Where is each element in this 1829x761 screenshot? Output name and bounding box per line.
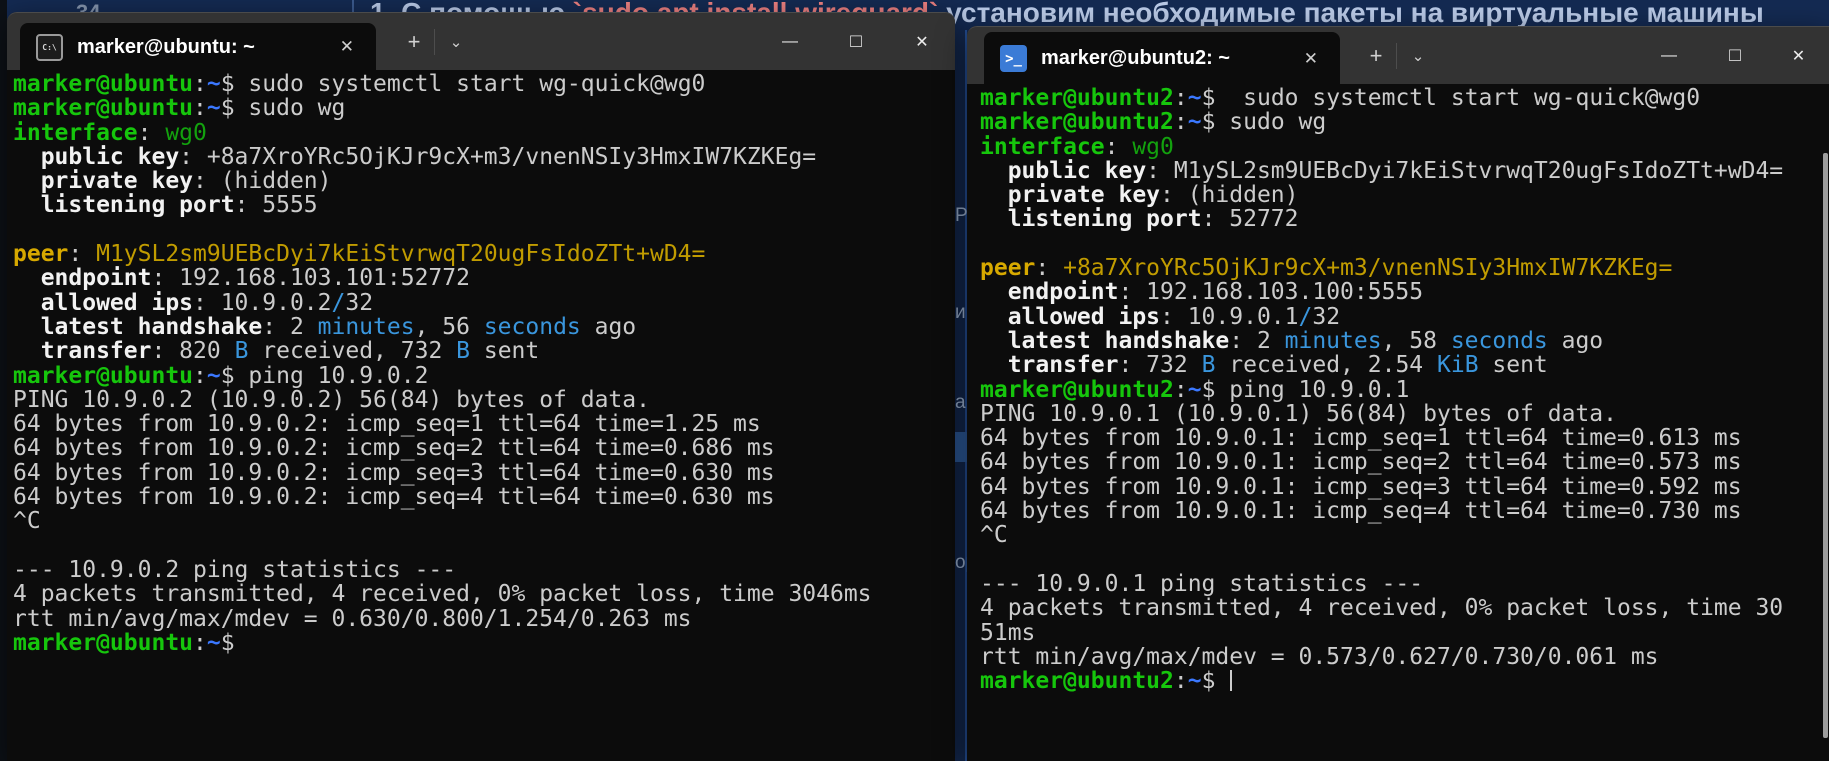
tab-marker-ubuntu[interactable]: C:\ marker@ubuntu: ~ ✕: [20, 23, 376, 71]
terminal-line: [13, 534, 955, 558]
terminal-output-ubuntu[interactable]: marker@ubuntu:~$ sudo systemctl start wg…: [7, 70, 955, 761]
doc-gap-strip: P и а ор: [955, 30, 967, 761]
terminal-line: public key: +8a7XroYRc5OjKJr9cX+m3/vnenN…: [13, 145, 955, 169]
terminal-line: endpoint: 192.168.103.101:52772: [13, 266, 955, 290]
tab-marker-ubuntu2[interactable]: >_ marker@ubuntu2: ~ ✕: [984, 32, 1340, 85]
terminal-line: interface: wg0: [13, 121, 955, 145]
terminal-line: [980, 548, 1829, 572]
new-tab-button[interactable]: +: [1359, 39, 1393, 73]
terminal-line: interface: wg0: [980, 135, 1829, 159]
terminal-line: transfer: 732 B received, 2.54 KiB sent: [980, 353, 1829, 377]
terminal-line: 64 bytes from 10.9.0.1: icmp_seq=2 ttl=6…: [980, 450, 1829, 474]
terminal-line: [980, 232, 1829, 256]
doc-text-after-code: установим необходимые пакеты на виртуаль…: [938, 0, 1763, 28]
cmd-icon: C:\: [36, 34, 63, 61]
minimize-button[interactable]: —: [1636, 27, 1702, 85]
terminal-line: 4 packets transmitted, 4 received, 0% pa…: [980, 596, 1829, 620]
terminal-line: latest handshake: 2 minutes, 58 seconds …: [980, 329, 1829, 353]
terminal-line: 64 bytes from 10.9.0.1: icmp_seq=3 ttl=6…: [980, 475, 1829, 499]
terminal-line: peer: M1ySL2sm9UEBcDyi7kEiStvrwqT20ugFsI…: [13, 242, 955, 266]
new-tab-button[interactable]: +: [397, 25, 431, 59]
terminal-line: listening port: 5555: [13, 193, 955, 217]
minimize-button[interactable]: —: [757, 13, 823, 71]
terminal-window-ubuntu2: >_ marker@ubuntu2: ~ ✕ + ⌄ — □ ✕ marker@…: [967, 26, 1829, 761]
terminal-line: marker@ubuntu:~$ sudo wg: [13, 96, 955, 120]
terminal-line: 64 bytes from 10.9.0.1: icmp_seq=4 ttl=6…: [980, 499, 1829, 523]
chevron-down-icon[interactable]: ⌄: [439, 25, 473, 59]
terminal-line: marker@ubuntu2:~$ sudo wg: [980, 110, 1829, 134]
terminal-line: marker@ubuntu2:~$: [980, 669, 1829, 693]
terminal-line: rtt min/avg/max/mdev = 0.573/0.627/0.730…: [980, 645, 1829, 669]
scrollbar[interactable]: [1823, 153, 1828, 738]
terminal-line: marker@ubuntu2:~$ sudo systemctl start w…: [980, 86, 1829, 110]
powershell-icon: >_: [1000, 45, 1027, 72]
window-controls: — □ ✕: [757, 13, 955, 71]
tab-title: marker@ubuntu2: ~: [1041, 47, 1298, 70]
terminal-line: 64 bytes from 10.9.0.2: icmp_seq=2 ttl=6…: [13, 436, 955, 460]
terminal-line: 64 bytes from 10.9.0.2: icmp_seq=4 ttl=6…: [13, 485, 955, 509]
terminal-line: latest handshake: 2 minutes, 56 seconds …: [13, 315, 955, 339]
terminal-line: 4 packets transmitted, 4 received, 0% pa…: [13, 582, 955, 606]
doc-selection-fragment: [955, 432, 967, 462]
terminal-line: allowed ips: 10.9.0.1/32: [980, 305, 1829, 329]
terminal-line: 51ms: [980, 621, 1829, 645]
terminal-line: marker@ubuntu:~$ sudo systemctl start wg…: [13, 72, 955, 96]
terminal-line: 64 bytes from 10.9.0.2: icmp_seq=3 ttl=6…: [13, 461, 955, 485]
close-button[interactable]: ✕: [1768, 27, 1829, 85]
doc-text-fragment: а: [955, 392, 966, 414]
terminal-line: marker@ubuntu2:~$ ping 10.9.0.1: [980, 378, 1829, 402]
doc-text-fragment: и: [955, 302, 966, 324]
terminal-line: 64 bytes from 10.9.0.2: icmp_seq=1 ttl=6…: [13, 412, 955, 436]
terminal-line: allowed ips: 10.9.0.2/32: [13, 291, 955, 315]
terminal-line: ^C: [980, 523, 1829, 547]
maximize-button[interactable]: □: [823, 13, 889, 71]
doc-text-fragment: P: [955, 205, 967, 227]
terminal-line: marker@ubuntu:~$: [13, 631, 955, 655]
terminal-line: [13, 218, 955, 242]
terminal-window-ubuntu: C:\ marker@ubuntu: ~ ✕ + ⌄ — □ ✕ marker@…: [7, 12, 955, 761]
close-button[interactable]: ✕: [889, 13, 955, 71]
terminal-line: 64 bytes from 10.9.0.1: icmp_seq=1 ttl=6…: [980, 426, 1829, 450]
text-cursor: [1230, 670, 1232, 691]
terminal-line: private key: (hidden): [13, 169, 955, 193]
terminal-line: private key: (hidden): [980, 183, 1829, 207]
terminal-output-ubuntu2[interactable]: marker@ubuntu2:~$ sudo systemctl start w…: [967, 84, 1829, 761]
terminal-line: peer: +8a7XroYRc5OjKJr9cX+m3/vnenNSIy3Hm…: [980, 256, 1829, 280]
terminal-line: --- 10.9.0.1 ping statistics ---: [980, 572, 1829, 596]
terminal-line: ^C: [13, 509, 955, 533]
terminal-line: marker@ubuntu:~$ ping 10.9.0.2: [13, 364, 955, 388]
background-window-sliver: [0, 0, 7, 761]
terminal-line: public key: M1ySL2sm9UEBcDyi7kEiStvrwqT2…: [980, 159, 1829, 183]
terminal-line: endpoint: 192.168.103.100:5555: [980, 280, 1829, 304]
window-controls: — □ ✕: [1636, 27, 1829, 85]
chevron-down-icon[interactable]: ⌄: [1401, 39, 1435, 73]
maximize-button[interactable]: □: [1702, 27, 1768, 85]
terminal-line: --- 10.9.0.2 ping statistics ---: [13, 558, 955, 582]
terminal-line: rtt min/avg/max/mdev = 0.630/0.800/1.254…: [13, 607, 955, 631]
tab-title: marker@ubuntu: ~: [77, 36, 334, 59]
terminal-line: transfer: 820 B received, 732 B sent: [13, 339, 955, 363]
terminal-line: PING 10.9.0.2 (10.9.0.2) 56(84) bytes of…: [13, 388, 955, 412]
tab-close-icon[interactable]: ✕: [1298, 47, 1324, 71]
doc-text-fragment: ор: [955, 552, 967, 574]
toolbar-separator: [434, 29, 435, 55]
right-titlebar[interactable]: >_ marker@ubuntu2: ~ ✕ + ⌄ — □ ✕: [967, 26, 1829, 84]
toolbar-separator: [1396, 43, 1397, 69]
terminal-line: PING 10.9.0.1 (10.9.0.1) 56(84) bytes of…: [980, 402, 1829, 426]
tab-close-icon[interactable]: ✕: [334, 35, 360, 59]
terminal-line: listening port: 52772: [980, 207, 1829, 231]
left-titlebar[interactable]: C:\ marker@ubuntu: ~ ✕ + ⌄ — □ ✕: [7, 12, 955, 70]
